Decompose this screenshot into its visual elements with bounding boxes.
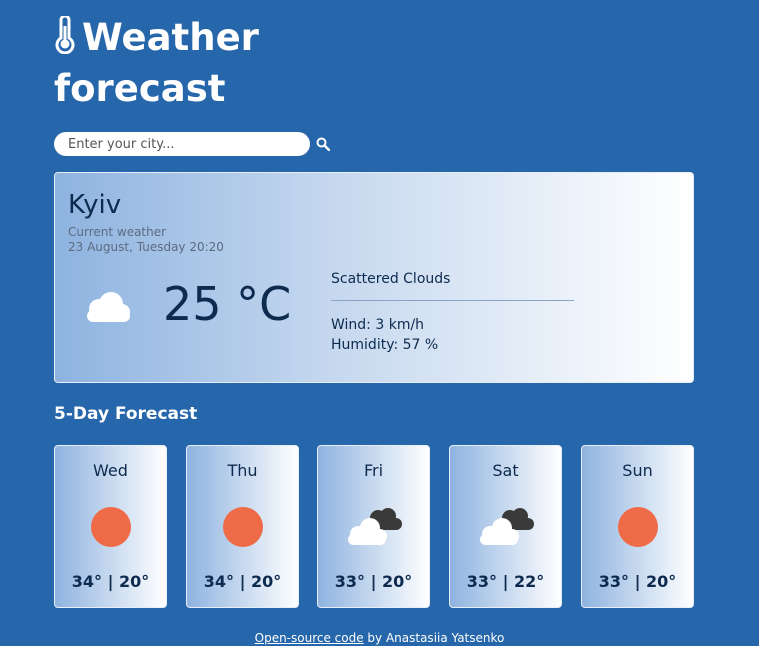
forecast-day-card: Fri 33° | 20° — [317, 445, 430, 608]
current-temperature: 25 °C — [163, 277, 292, 331]
forecast-day-name: Fri — [363, 461, 384, 480]
forecast-day-name: Sun — [622, 461, 653, 480]
search-bar — [54, 132, 332, 156]
weather-description: Scattered Clouds — [331, 271, 451, 287]
wind-speed: Wind: 3 km/h — [331, 317, 425, 333]
cloudy-icon — [318, 506, 429, 548]
city-search-input[interactable] — [54, 132, 310, 156]
forecast-title: 5-Day Forecast — [54, 404, 198, 424]
forecast-day-card: Thu 34° | 20° — [186, 445, 299, 608]
forecast-day-temp: 33° | 20° — [598, 572, 677, 591]
footer: Open-source code by Anastasiia Yatsenko — [0, 631, 759, 645]
search-button[interactable] — [314, 135, 332, 153]
forecast-day-temp: 34° | 20° — [203, 572, 282, 591]
sun-icon — [187, 506, 298, 548]
divider — [331, 300, 574, 301]
current-weather-card: Kyiv Current weather 23 August, Tuesday … — [54, 172, 694, 383]
sun-icon — [582, 506, 693, 548]
forecast-day-card: Sat 33° | 22° — [449, 445, 562, 608]
source-code-link[interactable]: Open-source code — [255, 631, 364, 645]
humidity: Humidity: 57 % — [331, 337, 439, 353]
thermometer-icon — [54, 14, 76, 65]
forecast-day-name: Sat — [492, 461, 519, 480]
sun-icon — [55, 506, 166, 548]
cloud-icon — [81, 289, 133, 327]
forecast-day-temp: 33° | 22° — [466, 572, 545, 591]
footer-author: by Anastasiia Yatsenko — [363, 631, 505, 645]
forecast-day-temp: 34° | 20° — [71, 572, 150, 591]
current-weather-label: Current weather — [68, 225, 167, 239]
forecast-day-name: Wed — [93, 461, 128, 480]
search-icon — [316, 137, 330, 151]
forecast-day-card: Wed 34° | 20° — [54, 445, 167, 608]
forecast-day-temp: 33° | 20° — [334, 572, 413, 591]
current-datetime: 23 August, Tuesday 20:20 — [68, 240, 224, 254]
app-title-text: Weather forecast — [54, 16, 259, 110]
forecast-day-name: Thu — [227, 461, 258, 480]
forecast-day-card: Sun 33° | 20° — [581, 445, 694, 608]
city-name: Kyiv — [68, 190, 122, 220]
app-title: Weather forecast — [54, 14, 314, 112]
cloudy-icon — [450, 506, 561, 548]
